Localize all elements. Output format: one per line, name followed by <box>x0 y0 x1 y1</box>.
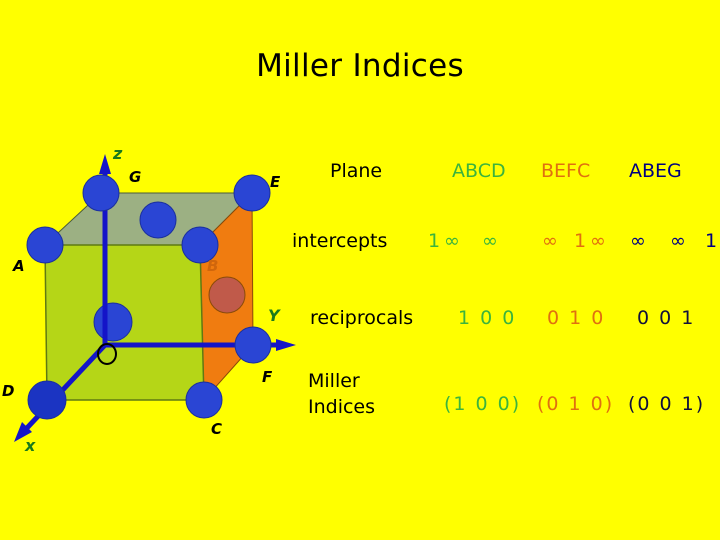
column-header-befc: BEFC <box>541 160 591 182</box>
reciprocals-abeg: 0 0 1 <box>637 307 696 329</box>
vertex-label-B: B <box>207 257 219 275</box>
vertex-label-A: A <box>13 257 25 275</box>
miller-index-abcd: (1 0 0) <box>444 393 522 415</box>
corner-atom-E <box>233 174 271 212</box>
miller-index-befc: (0 1 0) <box>537 393 615 415</box>
atom-top-face-center <box>139 201 177 239</box>
corner-atom-F <box>234 326 272 364</box>
page-title: Miller Indices <box>256 48 464 84</box>
intercept-abcd-z: ∞ <box>482 230 498 252</box>
row-label-miller-line1: Miller <box>308 370 360 392</box>
miller-indices-table: Plane intercepts reciprocals Miller Indi… <box>292 148 720 448</box>
intercept-abcd-y: ∞ <box>444 230 460 252</box>
corner-atom-C <box>185 381 223 419</box>
intercept-abeg-x: ∞ <box>630 230 646 252</box>
atom-right-face-center <box>208 276 246 314</box>
intercept-abcd-x: 1 <box>428 230 441 252</box>
column-header-abeg: ABEG <box>629 160 682 182</box>
cubic-unit-cell-figure: z Y x G E A B D C F <box>0 130 300 470</box>
slide-canvas: Miller Indices z Y x G E A B D C F Plane… <box>0 0 720 540</box>
axis-z-arrow <box>99 154 111 174</box>
corner-atom-D <box>27 380 67 420</box>
intercept-befc-z: ∞ <box>590 230 606 252</box>
axis-label-x: x <box>25 436 36 455</box>
vertex-label-E: E <box>270 173 281 191</box>
vertex-label-G: G <box>129 168 142 186</box>
vertex-label-F: F <box>262 368 273 386</box>
corner-atom-G <box>82 174 120 212</box>
intercept-abeg-z: 1 <box>705 230 718 252</box>
intercept-abeg-y: ∞ <box>670 230 686 252</box>
atom-front-face-center <box>93 302 133 342</box>
axis-label-y: Y <box>268 306 280 325</box>
column-header-abcd: ABCD <box>452 160 506 182</box>
row-label-intercepts: intercepts <box>292 230 388 252</box>
cube-svg <box>14 154 296 442</box>
axis-label-z: z <box>113 144 123 163</box>
vertex-label-D: D <box>2 382 15 400</box>
intercept-befc-x: ∞ <box>542 230 558 252</box>
row-label-miller-line2: Indices <box>308 396 376 418</box>
reciprocals-befc: 0 1 0 <box>547 307 606 329</box>
vertex-label-C: C <box>211 420 223 438</box>
intercept-befc-y: 1 <box>574 230 587 252</box>
miller-index-abeg: (0 0 1) <box>628 393 706 415</box>
corner-atom-A <box>26 226 64 264</box>
row-label-reciprocals: reciprocals <box>310 307 414 329</box>
row-label-plane: Plane <box>330 160 383 182</box>
reciprocals-abcd: 1 0 0 <box>458 307 517 329</box>
